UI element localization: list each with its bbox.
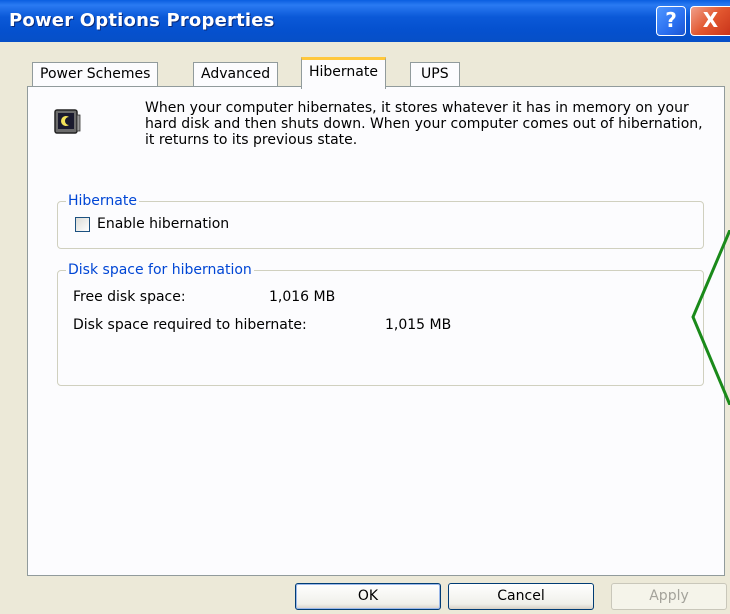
enable-hibernation-checkbox[interactable] [75, 217, 90, 232]
help-button[interactable]: ? [656, 6, 686, 36]
hibernate-description: When your computer hibernates, it stores… [145, 100, 703, 148]
green-angle-bracket-icon [691, 230, 730, 405]
title-bar[interactable]: Power Options Properties ? X [0, 0, 730, 42]
tab-hibernate[interactable]: Hibernate [301, 57, 386, 89]
close-button[interactable]: X [690, 6, 730, 36]
disk-space-required-label: Disk space required to hibernate: [73, 317, 307, 333]
tab-power-schemes[interactable]: Power Schemes [32, 62, 159, 86]
disk-space-group-title: Disk space for hibernation [66, 262, 254, 278]
free-disk-space-value: 1,016 MB [269, 289, 336, 305]
ok-button[interactable]: OK [295, 583, 441, 610]
tab-ups[interactable]: UPS [410, 62, 460, 86]
free-disk-space-label: Free disk space: [73, 289, 186, 305]
window-title: Power Options Properties [9, 10, 275, 31]
apply-button[interactable]: Apply [611, 583, 727, 610]
monitor-moon-icon [52, 107, 82, 137]
disk-space-required-value: 1,015 MB [385, 317, 452, 333]
hibernate-group-title: Hibernate [66, 193, 139, 209]
cancel-button[interactable]: Cancel [448, 583, 594, 610]
power-options-dialog: Power Options Properties ? X Power Schem… [0, 0, 730, 614]
enable-hibernation-label[interactable]: Enable hibernation [97, 216, 229, 232]
tab-advanced[interactable]: Advanced [193, 62, 279, 86]
